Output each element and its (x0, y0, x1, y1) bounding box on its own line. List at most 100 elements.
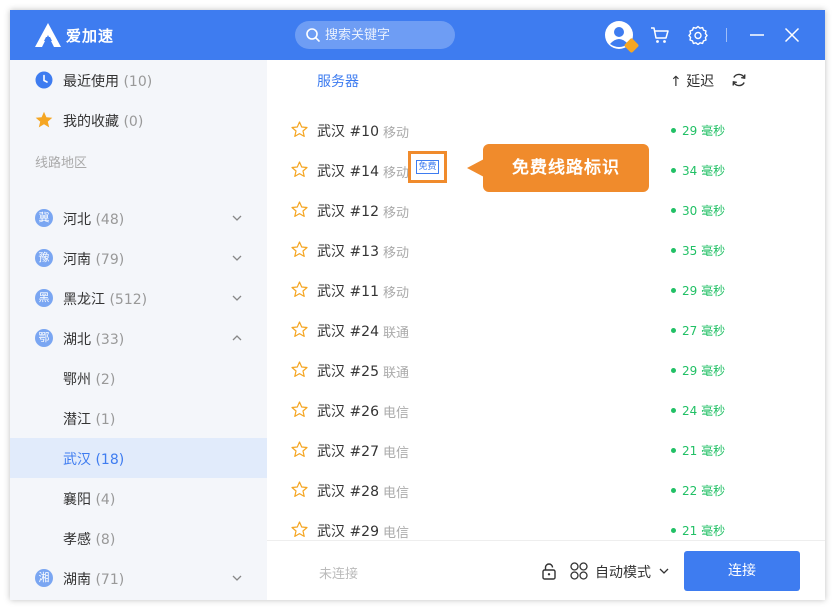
server-latency: 34 毫秒 (671, 162, 725, 179)
sidebar-item-label: 黑龙江 (512) (63, 292, 148, 308)
chevron-down-icon (232, 255, 242, 261)
server-row[interactable]: 武汉 #11 移动 29 毫秒 (267, 270, 825, 310)
favorite-star-icon[interactable] (291, 401, 308, 418)
server-latency: 21 毫秒 (671, 442, 725, 459)
bottom-bar: 未连接 自动模式 连接 (267, 540, 825, 600)
server-latency: 29 毫秒 (671, 362, 725, 379)
sidebar-item-henan[interactable]: 豫 河南 (79) (10, 238, 267, 278)
lock-icon[interactable] (540, 562, 558, 580)
free-line-callout: 免费线路标识 (483, 144, 649, 192)
item-count: (4) (95, 492, 116, 508)
sidebar-item-label: 襄阳 (4) (63, 492, 116, 508)
connect-button[interactable]: 连接 (684, 551, 800, 591)
search-input[interactable] (325, 25, 445, 45)
server-latency: 35 毫秒 (671, 242, 725, 259)
item-count: (2) (95, 372, 116, 388)
free-tag-highlight: 免费 (408, 151, 447, 183)
favorite-star-icon[interactable] (291, 241, 308, 258)
server-isp: 电信 (383, 526, 410, 541)
favorite-star-icon[interactable] (291, 201, 308, 218)
sidebar-item-label: 河南 (79) (63, 252, 125, 268)
callout-pointer (467, 159, 484, 177)
sidebar-item-label: 湖北 (33) (63, 332, 125, 348)
server-isp: 联通 (383, 326, 410, 341)
server-name: 武汉 #29 (317, 524, 379, 540)
server-name: 武汉 #11 (317, 284, 379, 300)
server-row[interactable]: 武汉 #13 移动 35 毫秒 (267, 230, 825, 270)
server-isp: 移动 (383, 286, 410, 301)
item-count: (1) (95, 412, 116, 428)
sidebar-item-label: 鄂州 (2) (63, 372, 116, 388)
minimize-icon (750, 34, 764, 36)
favorite-star-icon[interactable] (291, 161, 308, 178)
sidebar-item-label: 潜江 (1) (63, 412, 116, 428)
sidebar-item-ezhou[interactable]: 鄂州 (2) (10, 358, 267, 398)
server-name: 武汉 #14 (317, 164, 379, 180)
item-count: (79) (95, 252, 125, 268)
item-count: (33) (95, 332, 125, 348)
sidebar-item-recent[interactable]: 最近使用 (10) (10, 60, 267, 100)
item-count: (10) (123, 74, 153, 90)
section-label-regions: 线路地区 (35, 156, 88, 171)
server-list-panel: 服务器 ↑ 延迟 武汉 #10 移动 29 毫秒 武汉 #14 移动 免费 34 毫秒 武汉 … (267, 60, 825, 600)
favorite-star-icon[interactable] (291, 481, 308, 498)
app-logo-icon (35, 23, 61, 47)
server-row[interactable]: 武汉 #27 电信 21 毫秒 (267, 430, 825, 470)
server-latency: 30 毫秒 (671, 202, 725, 219)
sidebar-item-label: 武汉 (18) (63, 452, 125, 468)
free-tag: 免费 (416, 160, 439, 174)
server-isp: 电信 (383, 446, 410, 461)
server-isp: 电信 (383, 486, 410, 501)
province-badge-icon: 冀 (35, 209, 53, 227)
mode-select[interactable]: 自动模式 (595, 562, 651, 582)
item-count: (18) (95, 452, 125, 468)
favorite-star-icon[interactable] (291, 121, 308, 138)
server-latency: 24 毫秒 (671, 402, 725, 419)
favorite-star-icon[interactable] (291, 361, 308, 378)
search-icon (306, 28, 320, 42)
server-row[interactable]: 武汉 #25 联通 29 毫秒 (267, 350, 825, 390)
settings-button[interactable] (685, 22, 711, 48)
sidebar-item-hubei[interactable]: 鄂 湖北 (33) (10, 318, 267, 358)
refresh-icon[interactable] (731, 72, 747, 88)
item-count: (71) (95, 572, 125, 588)
server-row[interactable]: 武汉 #26 电信 24 毫秒 (267, 390, 825, 430)
server-name: 武汉 #12 (317, 204, 379, 220)
server-row[interactable]: 武汉 #24 联通 27 毫秒 (267, 310, 825, 350)
column-header-server[interactable]: 服务器 (317, 71, 359, 91)
server-latency: 29 毫秒 (671, 122, 725, 139)
close-icon (784, 27, 800, 43)
sidebar-item-qianjiang[interactable]: 潜江 (1) (10, 398, 267, 438)
favorite-star-icon[interactable] (291, 321, 308, 338)
app-name: 爱加速 (66, 27, 115, 45)
minimize-button[interactable] (744, 22, 770, 48)
sidebar-item-label: 最近使用 (10) (63, 74, 153, 90)
favorite-star-icon[interactable] (291, 521, 308, 538)
sidebar-item-xiaogan[interactable]: 孝感 (8) (10, 518, 267, 558)
server-name: 武汉 #26 (317, 404, 379, 420)
sidebar-item-hebei[interactable]: 冀 河北 (48) (10, 198, 267, 238)
search-box[interactable] (295, 21, 455, 49)
title-bar: 爱加速 (10, 10, 825, 60)
server-latency: 29 毫秒 (671, 282, 725, 299)
favorite-star-icon[interactable] (291, 281, 308, 298)
sidebar-item-wuhan[interactable]: 武汉 (18) (10, 438, 267, 478)
close-button[interactable] (779, 22, 805, 48)
server-latency: 21 毫秒 (671, 522, 725, 539)
column-header-latency[interactable]: ↑ 延迟 (670, 71, 714, 91)
server-isp: 移动 (383, 166, 410, 181)
server-name: 武汉 #13 (317, 244, 379, 260)
favorite-star-icon[interactable] (291, 441, 308, 458)
sidebar-item-heilongjiang[interactable]: 黑 黑龙江 (512) (10, 278, 267, 318)
sidebar-item-favorites[interactable]: 我的收藏 (0) (10, 100, 267, 140)
server-row[interactable]: 武汉 #28 电信 22 毫秒 (267, 470, 825, 510)
server-name: 武汉 #27 (317, 444, 379, 460)
chevron-down-icon (232, 215, 242, 221)
user-avatar[interactable] (605, 21, 640, 54)
chevron-down-icon[interactable] (659, 566, 669, 576)
sidebar-item-hunan[interactable]: 湘 湖南 (71) (10, 558, 267, 598)
cart-button[interactable] (647, 22, 673, 48)
server-row[interactable]: 武汉 #12 移动 30 毫秒 (267, 190, 825, 230)
sidebar-item-xiangyang[interactable]: 襄阳 (4) (10, 478, 267, 518)
gear-icon (688, 25, 708, 45)
